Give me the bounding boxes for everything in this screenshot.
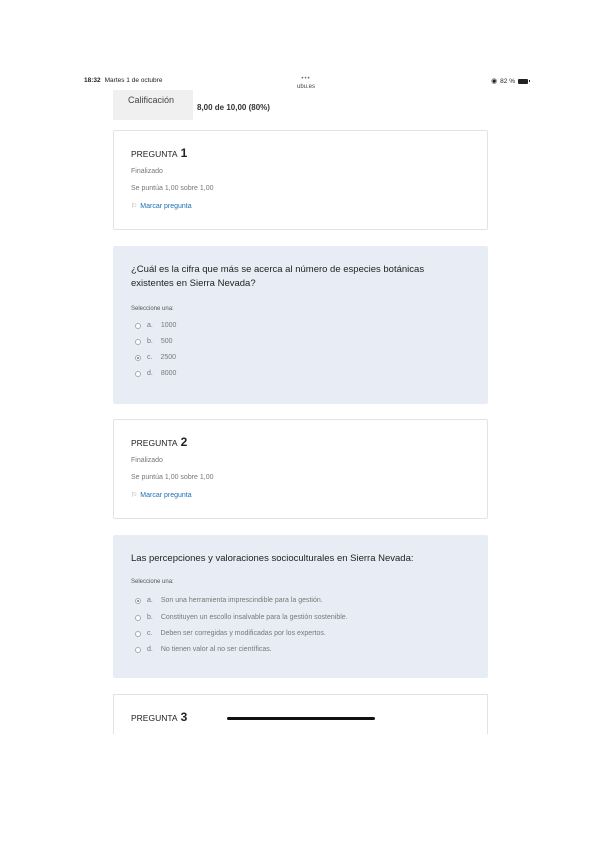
question-number: 1 [180, 146, 188, 160]
select-one-label: Seleccione una: [131, 306, 174, 312]
question-content-card: ¿Cuál es la cifra que más se acerca al n… [113, 246, 488, 404]
question-title: PREGUNTA 3 [131, 710, 188, 724]
question-info-card: PREGUNTA 3 [113, 694, 488, 734]
select-one-label: Seleccione una: [131, 579, 174, 585]
battery-percent: 82 % [500, 77, 515, 85]
question-score: Se puntúa 1,00 sobre 1,00 [131, 474, 214, 481]
answer-option[interactable]: c. Deben ser corregidas y modificadas por… [135, 630, 326, 637]
question-score: Se puntúa 1,00 sobre 1,00 [131, 185, 214, 192]
answer-option[interactable]: d. 8000 [135, 370, 176, 377]
question-title: PREGUNTA 2 [131, 435, 188, 449]
radio-icon[interactable] [135, 614, 141, 621]
home-indicator[interactable] [227, 717, 375, 720]
status-right: ◉ 82 % [491, 77, 530, 85]
answer-option[interactable]: a. 1000 [135, 322, 176, 329]
radio-icon[interactable] [135, 630, 141, 637]
question-number: 2 [180, 435, 188, 449]
flag-question-link[interactable]: ⚐ Marcar pregunta [131, 491, 192, 499]
question-content-card: Las percepciones y valoraciones sociocul… [113, 535, 488, 678]
question-info-card: PREGUNTA 2 Finalizado Se puntúa 1,00 sobr… [113, 419, 488, 519]
flag-icon: ⚐ [131, 203, 138, 210]
grade-value: 8,00 de 10,00 (80%) [197, 103, 270, 112]
grade-label: Calificación [128, 95, 175, 105]
radio-checked-icon[interactable] [135, 354, 141, 361]
battery-icon [518, 78, 530, 84]
answer-option[interactable]: a. Son una herramienta imprescindible par… [135, 597, 323, 604]
question-status: Finalizado [131, 168, 163, 175]
question-text: ¿Cuál es la cifra que más se acerca al n… [131, 264, 425, 289]
question-title: PREGUNTA 1 [131, 146, 188, 160]
answer-option[interactable]: d. No tienen valor al no ser científicas. [135, 646, 272, 653]
answer-option[interactable]: b. 500 [135, 338, 173, 345]
flag-question-link[interactable]: ⚐ Marcar pregunta [131, 202, 192, 210]
answer-option[interactable]: c. 2500 [135, 354, 176, 361]
address-area[interactable]: ••• ubu.es [84, 76, 528, 90]
radio-icon[interactable] [135, 646, 141, 653]
radio-icon[interactable] [135, 370, 141, 377]
question-status: Finalizado [131, 457, 163, 464]
status-bar: 18:32 Martes 1 de octubre ••• ubu.es ◉ 82… [84, 76, 530, 90]
radio-checked-icon[interactable] [135, 597, 141, 604]
question-number: 3 [180, 710, 188, 724]
radio-icon[interactable] [135, 322, 141, 329]
flag-icon: ⚐ [131, 492, 138, 499]
more-dots-icon[interactable]: ••• [84, 76, 528, 82]
radio-icon[interactable] [135, 338, 141, 345]
question-info-card: PREGUNTA 1 Finalizado Se puntúa 1,00 sobr… [113, 130, 488, 230]
wifi-icon: ◉ [491, 78, 498, 85]
question-text: Las percepciones y valoraciones sociocul… [131, 553, 414, 564]
answer-option[interactable]: b. Constituyen un escollo insalvable para… [135, 614, 348, 621]
